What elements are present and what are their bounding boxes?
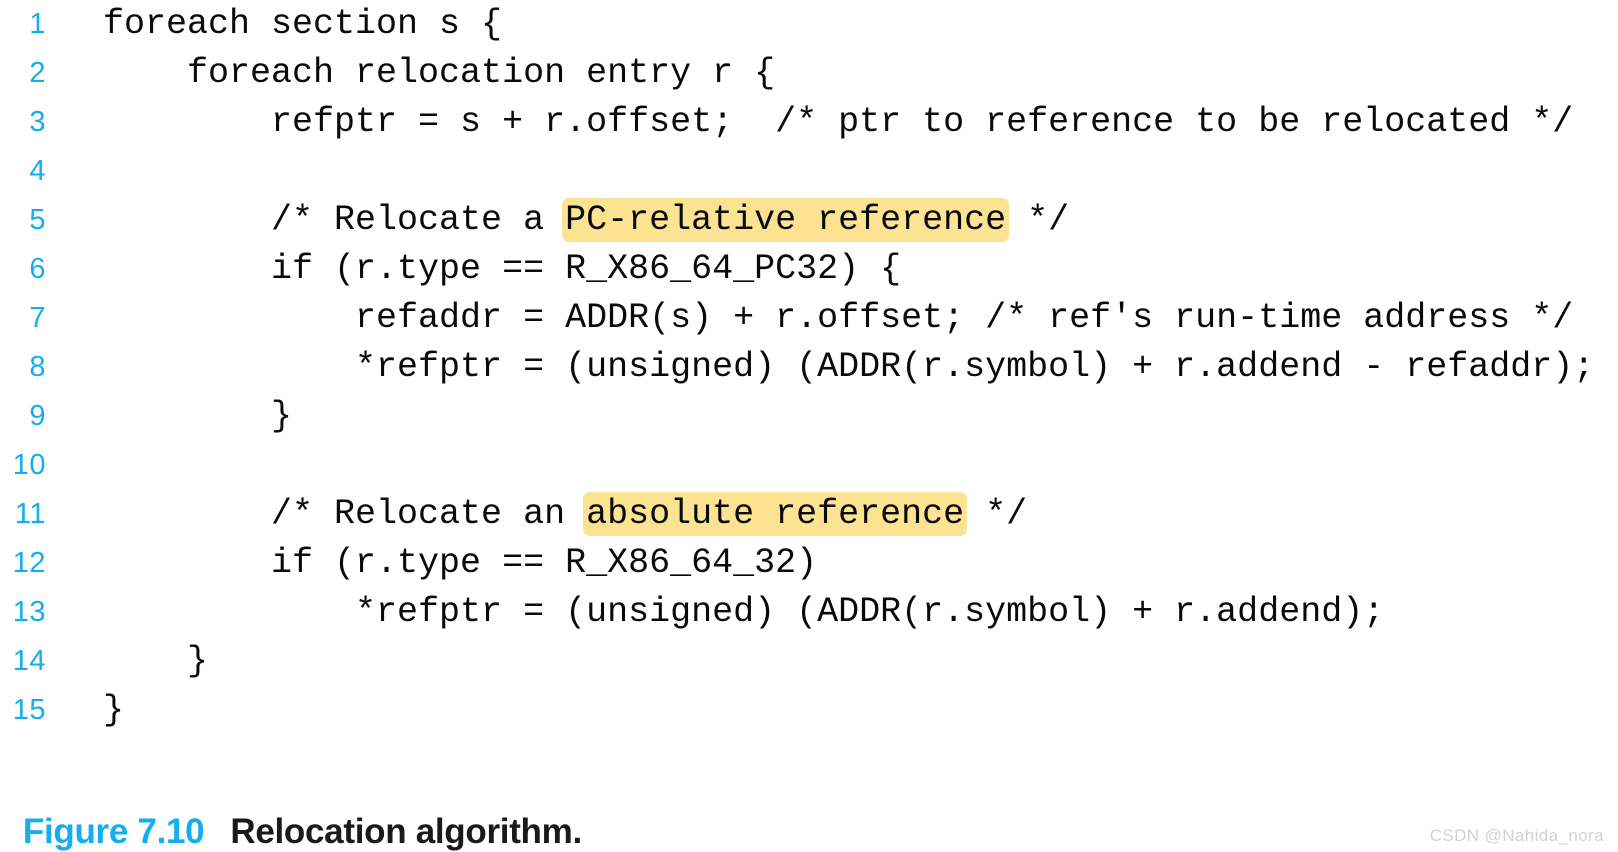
line-number: 9 (29, 400, 46, 432)
code-line: 15} (0, 686, 1618, 735)
figure-label: Figure 7.10 (22, 812, 205, 851)
code-line: 4 (0, 147, 1618, 196)
figure-caption: Figure 7.10 Relocation algorithm. (4, 772, 582, 852)
code-text: } (103, 690, 125, 730)
line-number: 6 (29, 253, 46, 285)
code-text: refptr = s + r.offset; /* ptr to referen… (103, 102, 1574, 142)
code-text: /* Relocate an absolute reference */ (103, 490, 1027, 539)
code-segment: /* Relocate an (103, 494, 587, 534)
line-number: 13 (12, 596, 46, 628)
code-text: refaddr = ADDR(s) + r.offset; /* ref's r… (103, 298, 1574, 338)
line-number: 10 (12, 449, 46, 481)
code-line: 1 foreach section s { (0, 0, 1618, 49)
watermark: CSDN @Nahida_nora (1429, 826, 1604, 845)
line-number: 3 (29, 106, 46, 138)
code-segment: */ (964, 494, 1028, 534)
code-line: 7 refaddr = ADDR(s) + r.offset; /* ref's… (0, 294, 1618, 343)
line-number: 15 (12, 694, 46, 726)
code-segment: */ (1006, 200, 1070, 240)
code-line: 13 *refptr = (unsigned) (ADDR(r.symbol) … (0, 588, 1618, 637)
code-text: /* Relocate a PC-relative reference */ (103, 196, 1069, 245)
line-number: 14 (12, 645, 46, 677)
code-text: } (103, 396, 293, 436)
code-segment: /* Relocate a (103, 200, 566, 240)
code-listing: 1 foreach section s { 2 foreach relocation… (0, 0, 1618, 760)
code-line: 8 *refptr = (unsigned) (ADDR(r.symbol) +… (0, 343, 1618, 392)
code-text: *refptr = (unsigned) (ADDR(r.symbol) + r… (103, 592, 1385, 632)
code-line: 9 } (0, 392, 1618, 441)
code-line: 6 if (r.type == R_X86_64_PC32) { (0, 245, 1618, 294)
line-number: 7 (29, 302, 46, 334)
code-text: if (r.type == R_X86_64_32) (103, 543, 818, 583)
line-number: 1 (29, 8, 46, 40)
line-number: 11 (14, 498, 46, 530)
code-line: 12 if (r.type == R_X86_64_32) (0, 539, 1618, 588)
line-number: 2 (29, 57, 46, 89)
code-text: } (103, 641, 209, 681)
code-text: foreach section s { (103, 4, 503, 44)
code-text: *refptr = (unsigned) (ADDR(r.symbol) + r… (103, 347, 1595, 387)
code-text: foreach relocation entry r { (103, 53, 776, 93)
code-line: 2 foreach relocation entry r { (0, 49, 1618, 98)
line-number: 8 (29, 351, 46, 383)
code-line: 14 } (0, 637, 1618, 686)
code-line: 5 /* Relocate a PC-relative reference */ (0, 196, 1618, 245)
code-text: if (r.type == R_X86_64_PC32) { (103, 249, 902, 289)
code-line: 11 /* Relocate an absolute reference */ (0, 490, 1618, 539)
highlighted-term: absolute reference (583, 492, 968, 536)
highlighted-term: PC-relative reference (562, 198, 1010, 242)
code-line: 10 (0, 441, 1618, 490)
line-number: 4 (29, 155, 46, 187)
code-line: 3 refptr = s + r.offset; /* ptr to refer… (0, 98, 1618, 147)
line-number: 12 (12, 547, 46, 579)
figure-title: Relocation algorithm. (230, 812, 582, 851)
line-number: 5 (29, 204, 46, 236)
